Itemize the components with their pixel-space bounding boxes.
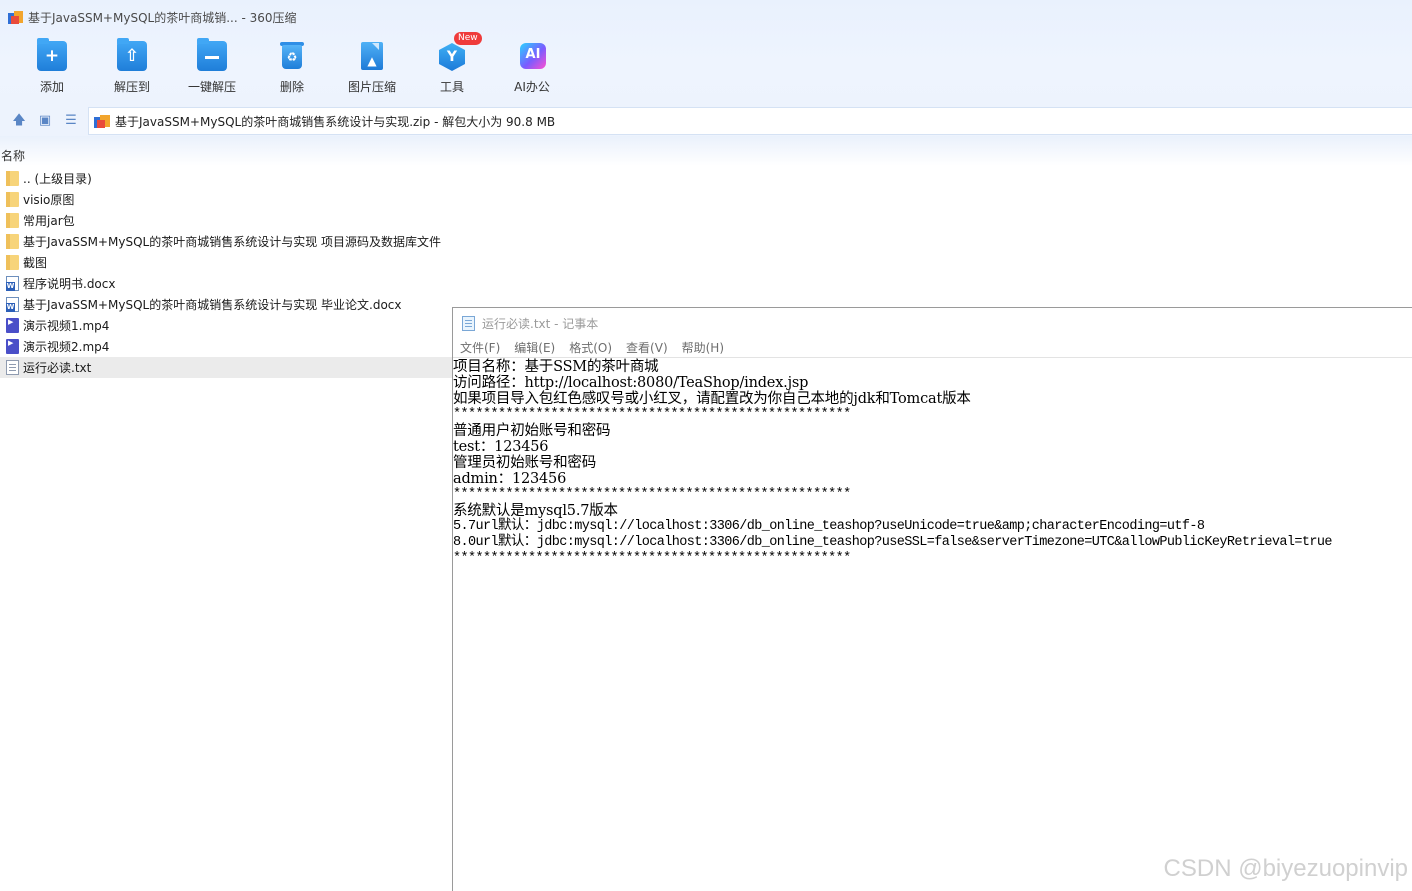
one-click-extract-icon	[197, 38, 227, 71]
column-name-header[interactable]: 名称	[1, 147, 25, 164]
text-line: ****************************************…	[453, 551, 851, 566]
tools-icon: Y	[437, 41, 467, 71]
list-item[interactable]: 截图	[0, 252, 452, 273]
word-document-icon	[6, 276, 19, 291]
text-line: 管理员初始账号和密码	[453, 455, 596, 471]
text-line: 8.0url默认：jdbc:mysql://localhost:3306/db_…	[453, 535, 1332, 550]
delete-label: 删除	[279, 80, 304, 94]
file-name: .. (上级目录)	[23, 172, 92, 186]
file-name: 基于JavaSSM+MySQL的茶叶商城销售系统设计与实现 项目源码及数据库文件	[23, 235, 442, 249]
tools-button[interactable]: Y New 工具	[412, 32, 492, 98]
list-item[interactable]: .. (上级目录)	[0, 168, 452, 189]
add-folder-icon: +	[37, 38, 67, 71]
one-click-extract-button[interactable]: 一键解压	[172, 38, 252, 98]
notepad-icon	[462, 315, 475, 331]
thumbnail-view-icon[interactable]: ▣	[37, 113, 53, 129]
file-name: 常用jar包	[23, 214, 75, 228]
folder-icon	[6, 213, 19, 228]
image-compress-label: 图片压缩	[347, 80, 396, 94]
folder-icon	[6, 255, 19, 270]
list-item[interactable]: 常用jar包	[0, 210, 452, 231]
up-arrow-icon[interactable]: 🡅	[11, 113, 27, 129]
text-line: 5.7url默认：jdbc:mysql://localhost:3306/db_…	[453, 519, 1205, 534]
image-compress-icon: ▲	[357, 41, 387, 71]
list-view-icon[interactable]: ☰	[63, 113, 79, 129]
word-document-icon	[6, 297, 19, 312]
ai-glyph: AI	[525, 47, 541, 62]
menu-file[interactable]: 文件(F)	[460, 339, 500, 356]
text-line: test：123456	[453, 439, 549, 455]
file-list: .. (上级目录) visio原图 常用jar包 基于JavaSSM+MySQL…	[0, 168, 452, 378]
add-label: 添加	[39, 80, 64, 94]
folder-icon	[6, 234, 19, 249]
notepad-title: 运行必读.txt - 记事本	[482, 316, 599, 331]
title-toolbar-region: 基于JavaSSM+MySQL的茶叶商城销... - 360压缩 + 添加 ⇧ …	[0, 0, 1412, 106]
list-item[interactable]: 基于JavaSSM+MySQL的茶叶商城销售系统设计与实现 项目源码及数据库文件	[0, 231, 452, 252]
archive-window: 基于JavaSSM+MySQL的茶叶商城销... - 360压缩 + 添加 ⇧ …	[0, 0, 1412, 891]
delete-button[interactable]: ♻ 删除	[252, 38, 332, 98]
list-item[interactable]: 演示视频1.mp4	[0, 315, 452, 336]
file-name: visio原图	[23, 193, 75, 207]
file-name: 运行必读.txt	[23, 361, 92, 375]
text-line: 普通用户初始账号和密码	[453, 423, 611, 439]
notepad-menu-bar: 文件(F) 编辑(E) 格式(O) 查看(V) 帮助(H)	[453, 338, 1412, 358]
toolbar: + 添加 ⇧ 解压到 一键解压 ♻ 删除 ▲ 图片压缩 Y New 工具 AI …	[12, 32, 572, 98]
new-badge: New	[454, 32, 482, 45]
delete-bin-icon: ♻	[277, 41, 307, 71]
list-item[interactable]: 演示视频2.mp4	[0, 336, 452, 357]
window-title: 基于JavaSSM+MySQL的茶叶商城销... - 360压缩	[28, 10, 297, 25]
menu-format[interactable]: 格式(O)	[569, 339, 612, 356]
menu-view[interactable]: 查看(V)	[626, 339, 668, 356]
text-line: 系统默认是mysql5.7版本	[453, 503, 618, 519]
add-button[interactable]: + 添加	[12, 38, 92, 98]
one-click-extract-label: 一键解压	[187, 80, 236, 94]
menu-edit[interactable]: 编辑(E)	[514, 339, 555, 356]
archive-app-icon	[8, 10, 23, 25]
tools-label: 工具	[439, 80, 464, 94]
address-bar: 🡅 ▣ ☰ 基于JavaSSM+MySQL的茶叶商城销售系统设计与实现.zip …	[0, 106, 1412, 136]
text-line: 如果项目导入包红色感叹号或小红叉，请配置改为你自己本地的jdk和Tomcat版本	[453, 391, 971, 407]
extract-to-button[interactable]: ⇧ 解压到	[92, 38, 172, 98]
notepad-text-area[interactable]: 项目名称：基于SSM的茶叶商城 访问路径：http://localhost:80…	[453, 359, 1412, 567]
notepad-title-bar[interactable]: 运行必读.txt - 记事本	[453, 308, 1412, 338]
text-line: 项目名称：基于SSM的茶叶商城	[453, 359, 659, 375]
ai-office-label: AI办公	[514, 80, 550, 94]
menu-help[interactable]: 帮助(H)	[682, 339, 724, 356]
list-item[interactable]: 基于JavaSSM+MySQL的茶叶商城销售系统设计与实现 毕业论文.docx	[0, 294, 452, 315]
file-name: 演示视频2.mp4	[23, 340, 110, 354]
text-line: ****************************************…	[453, 487, 851, 502]
file-name: 截图	[23, 256, 48, 270]
extract-to-label: 解压到	[113, 80, 150, 94]
file-name: 基于JavaSSM+MySQL的茶叶商城销售系统设计与实现 毕业论文.docx	[23, 298, 402, 312]
zip-file-icon	[94, 114, 110, 129]
column-header-background	[0, 136, 1412, 166]
image-compress-button[interactable]: ▲ 图片压缩	[332, 38, 412, 98]
path-field[interactable]: 基于JavaSSM+MySQL的茶叶商城销售系统设计与实现.zip - 解包大小…	[88, 107, 1412, 135]
video-file-icon	[6, 318, 19, 333]
notepad-window: 运行必读.txt - 记事本 文件(F) 编辑(E) 格式(O) 查看(V) 帮…	[452, 307, 1412, 891]
file-name: 程序说明书.docx	[23, 277, 116, 291]
text-file-icon	[6, 360, 19, 375]
ai-office-button[interactable]: AI AI办公	[492, 38, 572, 98]
text-line: ****************************************…	[453, 407, 851, 422]
list-item[interactable]: visio原图	[0, 189, 452, 210]
file-name: 演示视频1.mp4	[23, 319, 110, 333]
extract-to-icon: ⇧	[117, 38, 147, 71]
list-item[interactable]: 程序说明书.docx	[0, 273, 452, 294]
ai-office-icon: AI	[517, 41, 547, 71]
title-bar: 基于JavaSSM+MySQL的茶叶商城销... - 360压缩	[8, 8, 297, 26]
path-text: 基于JavaSSM+MySQL的茶叶商城销售系统设计与实现.zip - 解包大小…	[115, 114, 556, 129]
video-file-icon	[6, 339, 19, 354]
folder-icon	[6, 192, 19, 207]
list-item-selected[interactable]: 运行必读.txt	[0, 357, 452, 378]
text-line: 访问路径：http://localhost:8080/TeaShop/index…	[453, 375, 809, 391]
text-line: admin：123456	[453, 471, 567, 487]
folder-icon	[6, 171, 19, 186]
csdn-watermark: CSDN @biyezuopinvip	[1163, 855, 1408, 882]
